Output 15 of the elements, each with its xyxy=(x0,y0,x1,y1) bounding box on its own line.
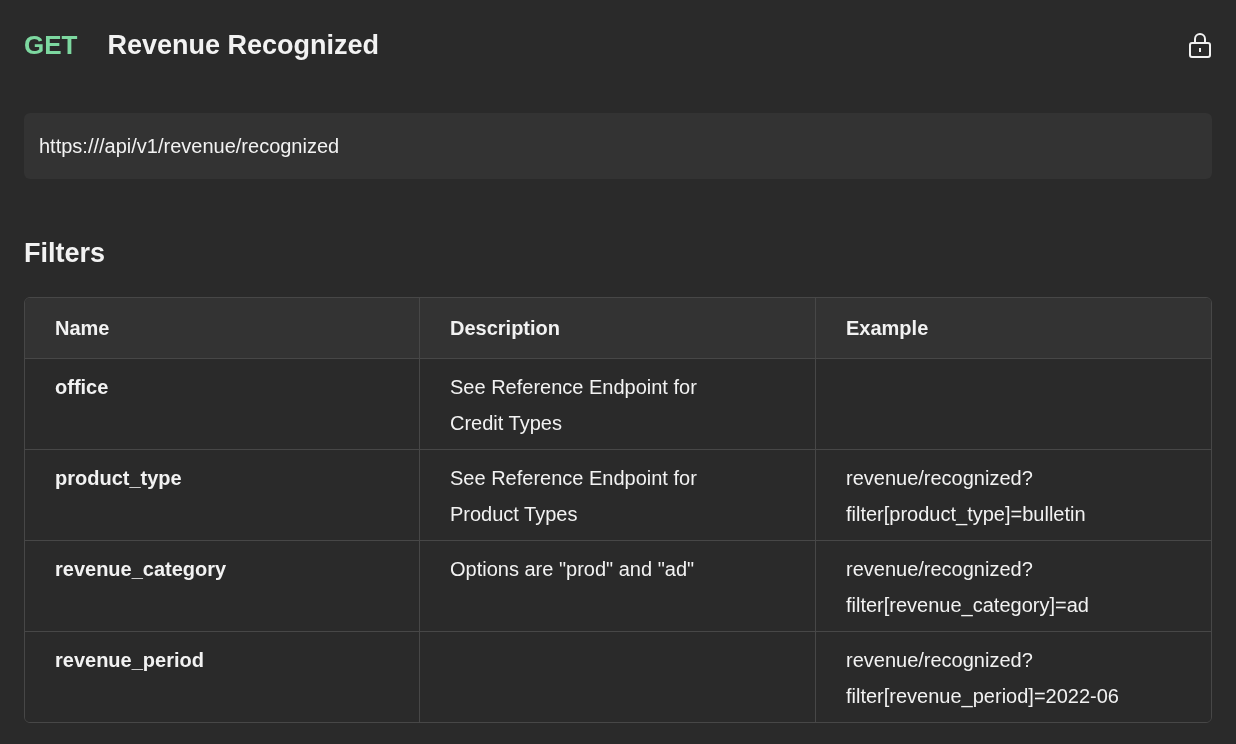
table-cell: See Reference Endpoint for Credit Types xyxy=(420,359,816,450)
column-header: Example xyxy=(816,298,1211,359)
table-cell: product_type xyxy=(25,450,420,541)
endpoint-url: https:///api/v1/revenue/recognized xyxy=(24,113,1212,179)
lock-icon[interactable] xyxy=(1188,31,1212,59)
table-cell: revenue_period xyxy=(25,632,420,722)
column-header: Name xyxy=(25,298,420,359)
table-cell: office xyxy=(25,359,420,450)
endpoint-title: Revenue Recognized xyxy=(107,29,381,61)
section-heading: Filters xyxy=(24,237,107,270)
column-header: Description xyxy=(420,298,816,359)
http-method: GET xyxy=(24,29,78,61)
table-cell: Options are "prod" and "ad" xyxy=(420,541,816,632)
table-cell: revenue_category xyxy=(25,541,420,632)
table-cell: See Reference Endpoint for Product Types xyxy=(420,450,816,541)
